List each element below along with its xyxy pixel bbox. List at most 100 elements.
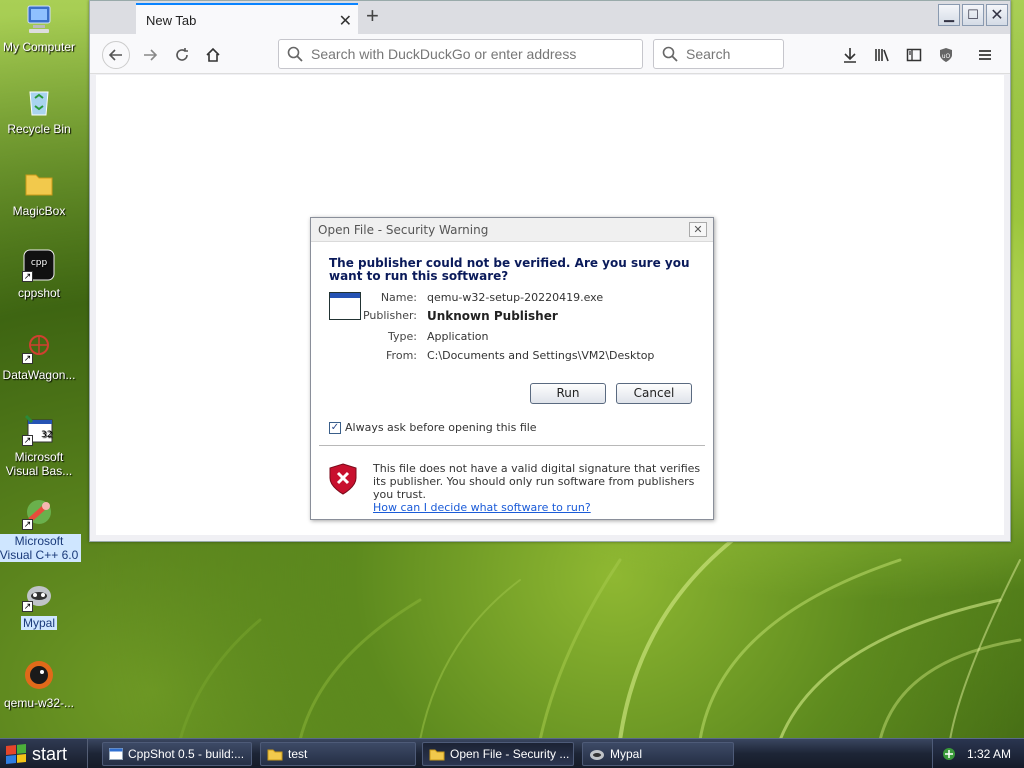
task-open-file[interactable]: Open File - Security ... — [422, 742, 574, 766]
desktop-icon-qemu[interactable]: qemu-w32-... — [0, 658, 81, 710]
desktop-icon-visual-cpp[interactable]: ↗ Microsoft Visual C++ 6.0 — [0, 496, 81, 562]
task-label: test — [288, 747, 308, 761]
desktop-icon-label: Mypal — [20, 616, 57, 630]
reload-icon[interactable] — [168, 41, 196, 69]
window-controls: ▁ ☐ ✕ — [938, 4, 1008, 26]
field-label: From: — [386, 349, 417, 362]
field-from: From: C:\Documents and Settings\VM2\Desk… — [359, 349, 699, 362]
downloads-icon[interactable] — [839, 44, 861, 66]
tab-bar: New Tab ✕ + ▁ ☐ ✕ — [90, 1, 1010, 34]
network-icon[interactable] — [941, 746, 957, 762]
taskbar: start CppShot 0.5 - build:... test Open … — [0, 738, 1024, 768]
cppshot-icon: cpp ↗ — [22, 248, 56, 282]
dialog-heading: The publisher could not be verified. Are… — [329, 256, 690, 283]
svg-text:32: 32 — [41, 430, 52, 440]
security-warning-dialog: Open File - Security Warning ✕ The publi… — [310, 217, 714, 520]
field-value: C:\Documents and Settings\VM2\Desktop — [427, 349, 655, 362]
help-link[interactable]: How can I decide what software to run? — [373, 501, 591, 514]
ublock-shield-icon[interactable]: uO — [935, 44, 957, 66]
forward-arrow-icon[interactable] — [136, 41, 164, 69]
recycle-bin-icon — [22, 84, 56, 118]
warning-text: This file does not have a valid digital … — [373, 462, 701, 501]
desktop-icon-label: MagicBox — [12, 204, 66, 218]
folder-icon — [267, 749, 283, 760]
divider — [319, 445, 705, 446]
warning-message: This file does not have a valid digital … — [373, 462, 703, 514]
desktop-icon-label: cppshot — [17, 286, 61, 300]
search-placeholder: Search — [686, 46, 731, 62]
task-mypal[interactable]: Mypal — [582, 742, 734, 766]
new-tab-plus-icon[interactable]: + — [366, 3, 379, 29]
minimize-button[interactable]: ▁ — [938, 4, 960, 26]
task-test-folder[interactable]: test — [260, 742, 416, 766]
field-label: Type: — [388, 330, 417, 343]
dialog-title: Open File - Security Warning — [318, 223, 489, 237]
desktop-icon-my-computer[interactable]: My Computer — [0, 2, 81, 54]
windows-logo-icon — [6, 743, 26, 765]
mypal-icon: ↗ — [22, 578, 56, 612]
library-icon[interactable] — [871, 44, 893, 66]
window-icon — [109, 748, 123, 760]
search-icon — [662, 46, 678, 62]
field-value: Application — [427, 330, 489, 343]
system-tray: 1:32 AM — [932, 739, 1024, 768]
qemu-icon — [22, 658, 56, 692]
mypal-icon — [590, 749, 604, 760]
close-window-button[interactable]: ✕ — [986, 4, 1008, 26]
desktop-icon-visual-basic[interactable]: 32 ↗ Microsoft Visual Bas... — [0, 412, 81, 478]
shortcut-arrow-icon: ↗ — [22, 519, 33, 530]
tab-new-tab[interactable]: New Tab ✕ — [136, 3, 358, 34]
field-value: Unknown Publisher — [427, 309, 558, 323]
field-name: Name: qemu-w32-setup-20220419.exe — [359, 291, 699, 304]
desktop-icon-datawagon[interactable]: ↗ DataWagon... — [0, 330, 81, 382]
field-label: Name: — [380, 291, 417, 304]
address-placeholder: Search with DuckDuckGo or enter address — [311, 46, 577, 62]
start-label: start — [32, 743, 68, 764]
computer-icon — [22, 2, 56, 36]
search-bar[interactable]: Search — [653, 39, 784, 69]
desktop-icon-recycle-bin[interactable]: Recycle Bin — [0, 84, 81, 136]
task-cppshot[interactable]: CppShot 0.5 - build:... — [102, 742, 252, 766]
shortcut-arrow-icon: ↗ — [22, 271, 33, 282]
field-label: Publisher: — [362, 309, 417, 322]
nav-toolbar: Search with DuckDuckGo or enter address … — [90, 34, 1010, 74]
tab-close-icon[interactable]: ✕ — [339, 11, 352, 31]
maximize-button[interactable]: ☐ — [962, 4, 984, 26]
checkmark-icon[interactable]: ✓ — [329, 421, 341, 434]
visual-basic-icon: 32 ↗ — [22, 412, 56, 446]
dialog-close-button[interactable]: ✕ — [689, 222, 707, 237]
dialog-title-bar: Open File - Security Warning ✕ — [311, 218, 713, 242]
tab-title: New Tab — [146, 13, 197, 28]
checkbox-label: Always ask before opening this file — [345, 421, 537, 434]
start-button[interactable]: start — [0, 739, 88, 768]
application-icon — [329, 292, 361, 320]
folder-icon — [22, 166, 56, 200]
shortcut-arrow-icon: ↗ — [22, 601, 33, 612]
always-ask-checkbox[interactable]: ✓ Always ask before opening this file — [329, 421, 537, 434]
desktop-icon-label: Recycle Bin — [7, 122, 71, 136]
field-publisher: Publisher: Unknown Publisher — [359, 309, 699, 323]
desktop-icon-mypal[interactable]: ↗ Mypal — [0, 578, 81, 630]
home-icon[interactable] — [199, 41, 227, 69]
desktop-icon-label: My Computer — [2, 40, 76, 54]
clock[interactable]: 1:32 AM — [967, 747, 1011, 761]
desktop-icon-magicbox[interactable]: MagicBox — [0, 166, 81, 218]
desktop-icon-cppshot[interactable]: cpp ↗ cppshot — [0, 248, 81, 300]
shortcut-arrow-icon: ↗ — [22, 435, 33, 446]
svg-text:cpp: cpp — [31, 258, 48, 268]
desktop-icon-label: qemu-w32-... — [3, 696, 75, 710]
menu-hamburger-icon[interactable] — [974, 44, 996, 66]
back-arrow-icon[interactable] — [102, 41, 130, 69]
search-icon — [287, 46, 303, 62]
sidebar-icon[interactable] — [903, 44, 925, 66]
address-bar[interactable]: Search with DuckDuckGo or enter address — [278, 39, 643, 69]
desktop-icon-label: Microsoft Visual C++ 6.0 — [0, 534, 81, 562]
shortcut-arrow-icon: ↗ — [22, 353, 33, 364]
visual-cpp-icon: ↗ — [22, 496, 56, 530]
task-label: CppShot 0.5 - build:... — [128, 747, 245, 761]
run-button[interactable]: Run — [530, 383, 606, 404]
field-value: qemu-w32-setup-20220419.exe — [427, 291, 604, 304]
cancel-button[interactable]: Cancel — [616, 383, 692, 404]
datawagon-icon: ↗ — [22, 330, 56, 364]
folder-icon — [429, 749, 445, 760]
